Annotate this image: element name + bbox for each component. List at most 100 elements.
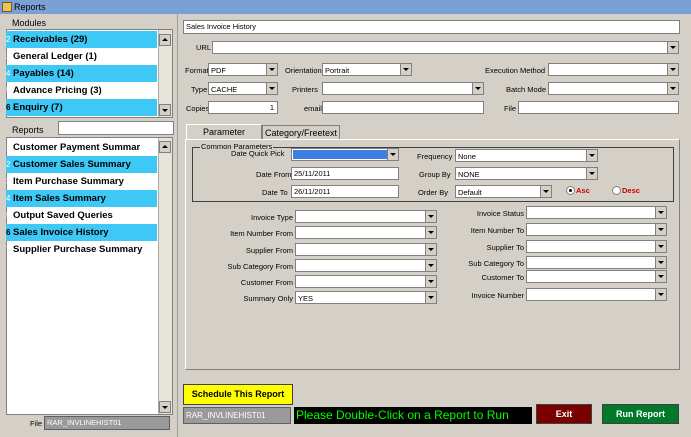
order-by-dropdown[interactable]: Default [455, 185, 552, 198]
schedule-report-button[interactable]: Schedule This Report [183, 384, 293, 405]
module-item[interactable]: 4 Payables (14) [6, 65, 157, 82]
module-item[interactable]: 6 Enquiry (7) [6, 99, 157, 116]
date-to-input[interactable]: 26/11/2011 [291, 185, 399, 198]
chevron-down-icon[interactable] [425, 292, 436, 303]
module-item-number: 5 [6, 86, 11, 95]
report-item-label: Item Sales Summary [13, 193, 106, 204]
tab-parameter[interactable]: Parameter [186, 124, 262, 139]
desc-radio[interactable] [612, 186, 621, 195]
param-dropdown[interactable] [526, 270, 667, 283]
chevron-down-icon[interactable] [425, 244, 436, 255]
module-item[interactable]: 5 Advance Pricing (3) [6, 82, 157, 99]
chevron-down-icon[interactable] [667, 64, 678, 75]
chevron-down-icon[interactable] [425, 260, 436, 271]
chevron-down-icon[interactable] [400, 64, 411, 75]
reports-filter-input[interactable] [58, 121, 174, 135]
date-from-label: Date From [256, 170, 292, 179]
chevron-down-icon[interactable] [586, 150, 597, 161]
chevron-down-icon[interactable] [425, 211, 436, 222]
param-dropdown[interactable] [526, 206, 667, 219]
module-item-label: Payables (14) [13, 68, 74, 79]
email-input[interactable] [322, 101, 484, 114]
param-dropdown[interactable] [526, 223, 667, 236]
chevron-down-icon[interactable] [655, 289, 666, 300]
report-item[interactable]: 6 Sales Invoice History [6, 224, 157, 241]
file-output-input[interactable] [518, 101, 679, 114]
format-dropdown[interactable]: PDF [208, 63, 278, 76]
chevron-down-icon[interactable] [472, 83, 483, 94]
chevron-down-icon[interactable] [586, 168, 597, 179]
report-item[interactable]: 1 Customer Payment Summar [6, 139, 157, 156]
chevron-down-icon[interactable] [425, 227, 436, 238]
modules-scroll-down-icon[interactable] [159, 104, 171, 116]
group-by-dropdown[interactable]: NONE [455, 167, 598, 180]
tab-category-freetext[interactable]: Category/Freetext [262, 125, 340, 139]
frequency-dropdown[interactable]: None [455, 149, 598, 162]
param-dropdown[interactable] [295, 275, 437, 288]
report-item[interactable]: 7 Supplier Purchase Summary [6, 241, 157, 258]
param-dropdown[interactable] [295, 210, 437, 223]
frequency-label: Frequency [417, 152, 453, 161]
printers-dropdown[interactable] [322, 82, 484, 95]
chevron-down-icon[interactable] [655, 271, 666, 282]
param-label: Sub Category From [227, 262, 293, 271]
app-icon [2, 2, 12, 12]
run-report-button[interactable]: Run Report [602, 404, 679, 424]
report-item[interactable]: 5 Output Saved Queries [6, 207, 157, 224]
batch-mode-label: Batch Mode [506, 85, 547, 94]
report-item-number: 2 [6, 160, 11, 169]
chevron-down-icon[interactable] [425, 276, 436, 287]
chevron-down-icon[interactable] [266, 64, 277, 75]
chevron-down-icon[interactable] [540, 186, 551, 197]
chevron-down-icon[interactable] [655, 207, 666, 218]
chevron-down-icon[interactable] [655, 224, 666, 235]
modules-scroll-up-icon[interactable] [159, 34, 171, 46]
reports-scrollbar[interactable] [158, 138, 172, 414]
reports-scroll-down-icon[interactable] [159, 401, 171, 413]
module-item-number: 4 [6, 69, 11, 78]
param-dropdown[interactable] [526, 240, 667, 253]
date-to-label: Date To [262, 188, 288, 197]
param-label: Supplier To [486, 243, 524, 252]
reports-scroll-up-icon[interactable] [159, 141, 171, 153]
chevron-down-icon[interactable] [667, 83, 678, 94]
copies-label: Copies [186, 104, 210, 113]
report-item-label: Customer Sales Summary [13, 159, 131, 170]
asc-radio[interactable] [566, 186, 575, 195]
reports-window: Reports Modules 2 Receivables (29) 3 Genera… [0, 0, 691, 437]
batch-mode-dropdown[interactable] [548, 82, 679, 95]
report-item-number: 1 [6, 143, 11, 152]
group-by-label: Group By [419, 170, 451, 179]
param-dropdown[interactable] [295, 226, 437, 239]
report-item-label: Supplier Purchase Summary [13, 244, 143, 255]
report-item[interactable]: 4 Item Sales Summary [6, 190, 157, 207]
url-dropdown[interactable] [212, 41, 679, 54]
orientation-dropdown[interactable]: Portrait [322, 63, 412, 76]
chevron-down-icon[interactable] [266, 83, 277, 94]
desc-label: Desc [622, 186, 640, 195]
exit-button[interactable]: Exit [536, 404, 592, 424]
file-output-label: File [504, 104, 517, 113]
param-dropdown[interactable]: YES [295, 291, 437, 304]
chevron-down-icon[interactable] [387, 149, 398, 160]
param-dropdown[interactable] [295, 259, 437, 272]
type-dropdown[interactable]: CACHE [208, 82, 278, 95]
param-dropdown[interactable] [295, 243, 437, 256]
report-item[interactable]: 2 Customer Sales Summary [6, 156, 157, 173]
chevron-down-icon[interactable] [655, 241, 666, 252]
chevron-down-icon[interactable] [667, 42, 678, 53]
date-from-input[interactable]: 25/11/2011 [291, 167, 399, 180]
module-item[interactable]: 3 General Ledger (1) [6, 48, 157, 65]
execution-method-dropdown[interactable] [548, 63, 679, 76]
report-item[interactable]: 3 Item Purchase Summary [6, 173, 157, 190]
module-item-label: Advance Pricing (3) [13, 85, 102, 96]
module-item[interactable]: 2 Receivables (29) [6, 31, 157, 48]
date-quick-pick-dropdown[interactable] [291, 148, 399, 161]
copies-input[interactable]: 1 [208, 101, 278, 114]
param-dropdown[interactable] [526, 288, 667, 301]
report-item-number: 4 [6, 194, 11, 203]
chevron-down-icon[interactable] [655, 257, 666, 268]
module-item-label: Receivables (29) [13, 34, 88, 45]
param-dropdown[interactable] [526, 256, 667, 269]
param-label: Supplier From [245, 246, 293, 255]
